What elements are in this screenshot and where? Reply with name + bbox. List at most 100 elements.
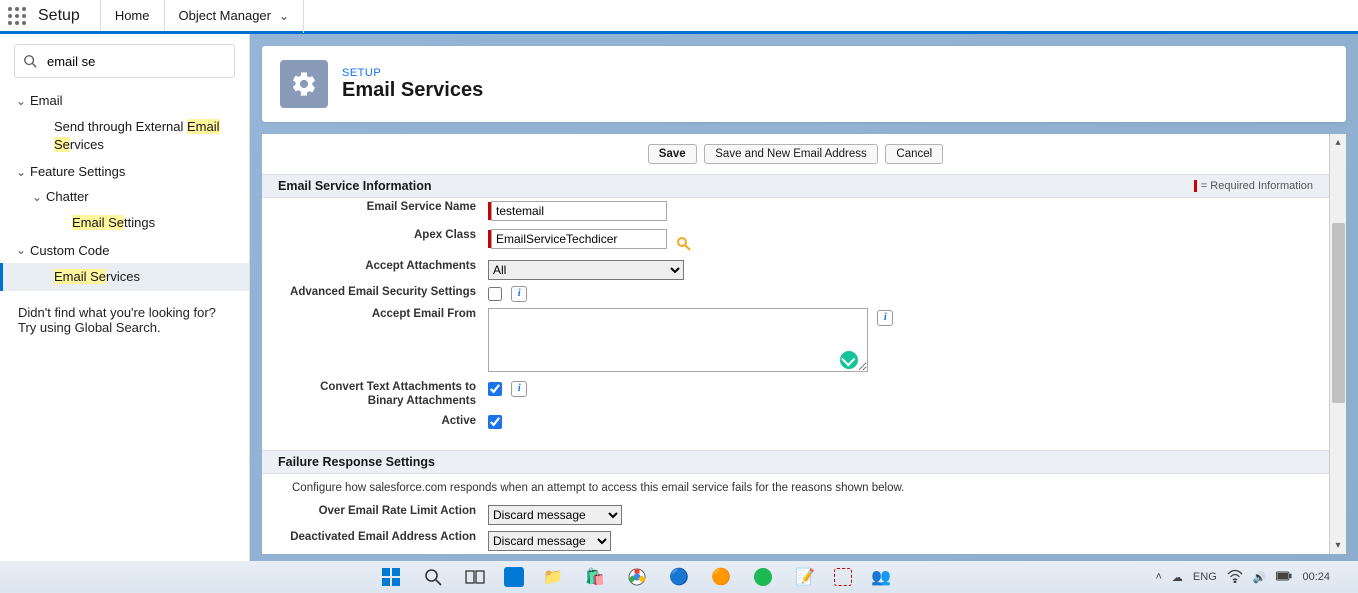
tree-item-email-services[interactable]: Email Services — [0, 263, 249, 291]
info-icon[interactable]: i — [877, 310, 893, 326]
label-accept-email-from: Accept Email From — [372, 308, 476, 320]
taskbar-app-icon[interactable]: 🟠 — [708, 564, 734, 590]
failure-description: Configure how salesforce.com responds wh… — [262, 474, 1329, 502]
info-icon[interactable]: i — [511, 381, 527, 397]
tree-label-custom-code: Custom Code — [30, 243, 109, 258]
action-bar: Save Save and New Email Address Cancel — [262, 134, 1329, 174]
chevron-down-icon: ⌄ — [14, 165, 28, 179]
chevron-down-icon: ⌄ — [279, 9, 289, 23]
tree-leaf-post: ttings — [124, 215, 155, 230]
lookup-icon[interactable] — [676, 236, 694, 254]
label-apex-class: Apex Class — [414, 229, 476, 241]
taskbar-search-icon[interactable] — [420, 564, 446, 590]
select-over-email-rate[interactable]: Discard message — [488, 505, 622, 525]
gear-icon — [280, 60, 328, 108]
tree-node-chatter[interactable]: ⌄ Chatter — [0, 184, 249, 209]
systray-volume-icon[interactable]: 🔊 — [1253, 571, 1267, 584]
scroll-up-arrow[interactable]: ▴ — [1330, 134, 1347, 151]
chevron-down-icon: ⌄ — [14, 94, 28, 108]
label-deactivated-action: Deactivated Email Address Action — [290, 531, 476, 543]
checkbox-advanced-security[interactable] — [488, 287, 502, 301]
section-header-failure: Failure Response Settings — [262, 450, 1329, 474]
quick-find-input[interactable] — [14, 44, 235, 78]
sidebar-note: Didn't find what you're looking for? Try… — [0, 291, 249, 349]
tree-leaf-post: rvices — [106, 269, 140, 284]
tree-node-custom-code[interactable]: ⌄ Custom Code — [0, 238, 249, 263]
tree-label-email: Email — [30, 93, 63, 108]
sidebar-note-l1: Didn't find what you're looking for? — [18, 305, 231, 320]
taskbar-app-icon[interactable]: 📝 — [792, 564, 818, 590]
systray-cloud-icon[interactable]: ☁ — [1172, 571, 1183, 584]
label-active: Active — [441, 415, 476, 427]
tree-node-feature-settings[interactable]: ⌄ Feature Settings — [0, 159, 249, 184]
app-launcher-icon[interactable] — [0, 0, 34, 33]
scroll-down-arrow[interactable]: ▾ — [1330, 537, 1347, 554]
grammarly-icon[interactable] — [840, 351, 858, 369]
top-tab-bar: Setup Home Object Manager ⌄ — [0, 0, 1358, 34]
main-content: SETUP Email Services Save Save and New E… — [250, 34, 1358, 593]
tab-home[interactable]: Home — [100, 0, 165, 31]
taskbar-chrome-icon[interactable] — [624, 564, 650, 590]
tree-label-feature-settings: Feature Settings — [30, 164, 125, 179]
tree-leaf-pre: Send through External — [54, 119, 187, 134]
label-accept-attachments: Accept Attachments — [365, 260, 476, 272]
systray-battery-icon[interactable] — [1276, 569, 1292, 586]
input-apex-class[interactable] — [491, 229, 667, 249]
save-button[interactable]: Save — [648, 144, 697, 164]
sidebar-note-l2: Try using Global Search. — [18, 320, 231, 335]
taskbar-app-icon[interactable]: 🔵 — [666, 564, 692, 590]
section-title-info: Email Service Information — [278, 179, 432, 193]
systray-lang[interactable]: ENG — [1193, 571, 1217, 583]
tree-leaf-highlight: Email Se — [72, 215, 124, 230]
taskbar-spotify-icon[interactable] — [750, 564, 776, 590]
scroll-track[interactable] — [1330, 151, 1347, 537]
page-title: Email Services — [342, 79, 483, 102]
chevron-down-icon: ⌄ — [14, 243, 28, 257]
form-card: Save Save and New Email Address Cancel E… — [262, 134, 1346, 554]
label-advanced-security: Advanced Email Security Settings — [290, 286, 476, 298]
label-convert-text-l2: Binary Attachments — [368, 395, 476, 407]
tab-object-manager-label: Object Manager — [179, 8, 272, 23]
select-deactivated-action[interactable]: Discard message — [488, 531, 611, 551]
tree-item-email-settings[interactable]: Email Settings — [0, 209, 249, 237]
checkbox-convert-text[interactable] — [488, 382, 502, 396]
taskbar-store-icon[interactable]: 🛍️ — [582, 564, 608, 590]
cancel-button[interactable]: Cancel — [885, 144, 943, 164]
taskbar-app-icon[interactable] — [504, 567, 524, 587]
checkbox-active[interactable] — [488, 415, 502, 429]
label-over-email-rate: Over Email Rate Limit Action — [319, 505, 476, 517]
systray-time[interactable]: 00:24 — [1302, 571, 1330, 583]
chevron-down-icon: ⌄ — [30, 190, 44, 204]
section-header-info: Email Service Information = Required Inf… — [262, 174, 1329, 198]
scroll-thumb[interactable] — [1332, 223, 1345, 403]
textarea-accept-email-from[interactable] — [488, 308, 868, 372]
systray-chevron-icon[interactable]: ˄ — [1155, 571, 1161, 583]
scrollbar[interactable]: ▴ ▾ — [1329, 134, 1346, 554]
setup-sidebar: ⌄ Email Send through External Email Serv… — [0, 34, 250, 593]
label-convert-text-l1: Convert Text Attachments to — [320, 381, 476, 393]
input-email-service-name[interactable] — [491, 201, 667, 221]
tab-object-manager[interactable]: Object Manager ⌄ — [165, 0, 305, 33]
windows-taskbar: 📁 🛍️ 🔵 🟠 📝 👥 ˄ ☁ ENG 🔊 00:24 — [0, 561, 1358, 593]
tree-item-send-external[interactable]: Send through External Email Services — [0, 113, 249, 159]
select-accept-attachments[interactable]: All — [488, 260, 684, 280]
taskbar-taskview-icon[interactable] — [462, 564, 488, 590]
info-icon[interactable]: i — [511, 286, 527, 302]
tree-leaf-post: rvices — [70, 137, 104, 152]
tree-node-email[interactable]: ⌄ Email — [0, 88, 249, 113]
systray-wifi-icon[interactable] — [1227, 569, 1243, 586]
taskbar-app-icon[interactable]: 👥 — [868, 564, 894, 590]
tab-home-label: Home — [115, 8, 150, 23]
taskbar-explorer-icon[interactable]: 📁 — [540, 564, 566, 590]
taskbar-app-icon[interactable] — [834, 568, 852, 586]
label-email-service-name: Email Service Name — [367, 201, 476, 213]
page-pre-title: SETUP — [342, 67, 483, 79]
taskbar-start-icon[interactable] — [378, 564, 404, 590]
required-info-note: = Required Information — [1194, 180, 1313, 192]
tree-leaf-highlight: Email Se — [54, 269, 106, 284]
tree-label-chatter: Chatter — [46, 189, 89, 204]
app-name: Setup — [34, 7, 100, 25]
save-and-new-button[interactable]: Save and New Email Address — [704, 144, 878, 164]
page-header: SETUP Email Services — [262, 46, 1346, 122]
section-title-failure: Failure Response Settings — [278, 455, 435, 469]
